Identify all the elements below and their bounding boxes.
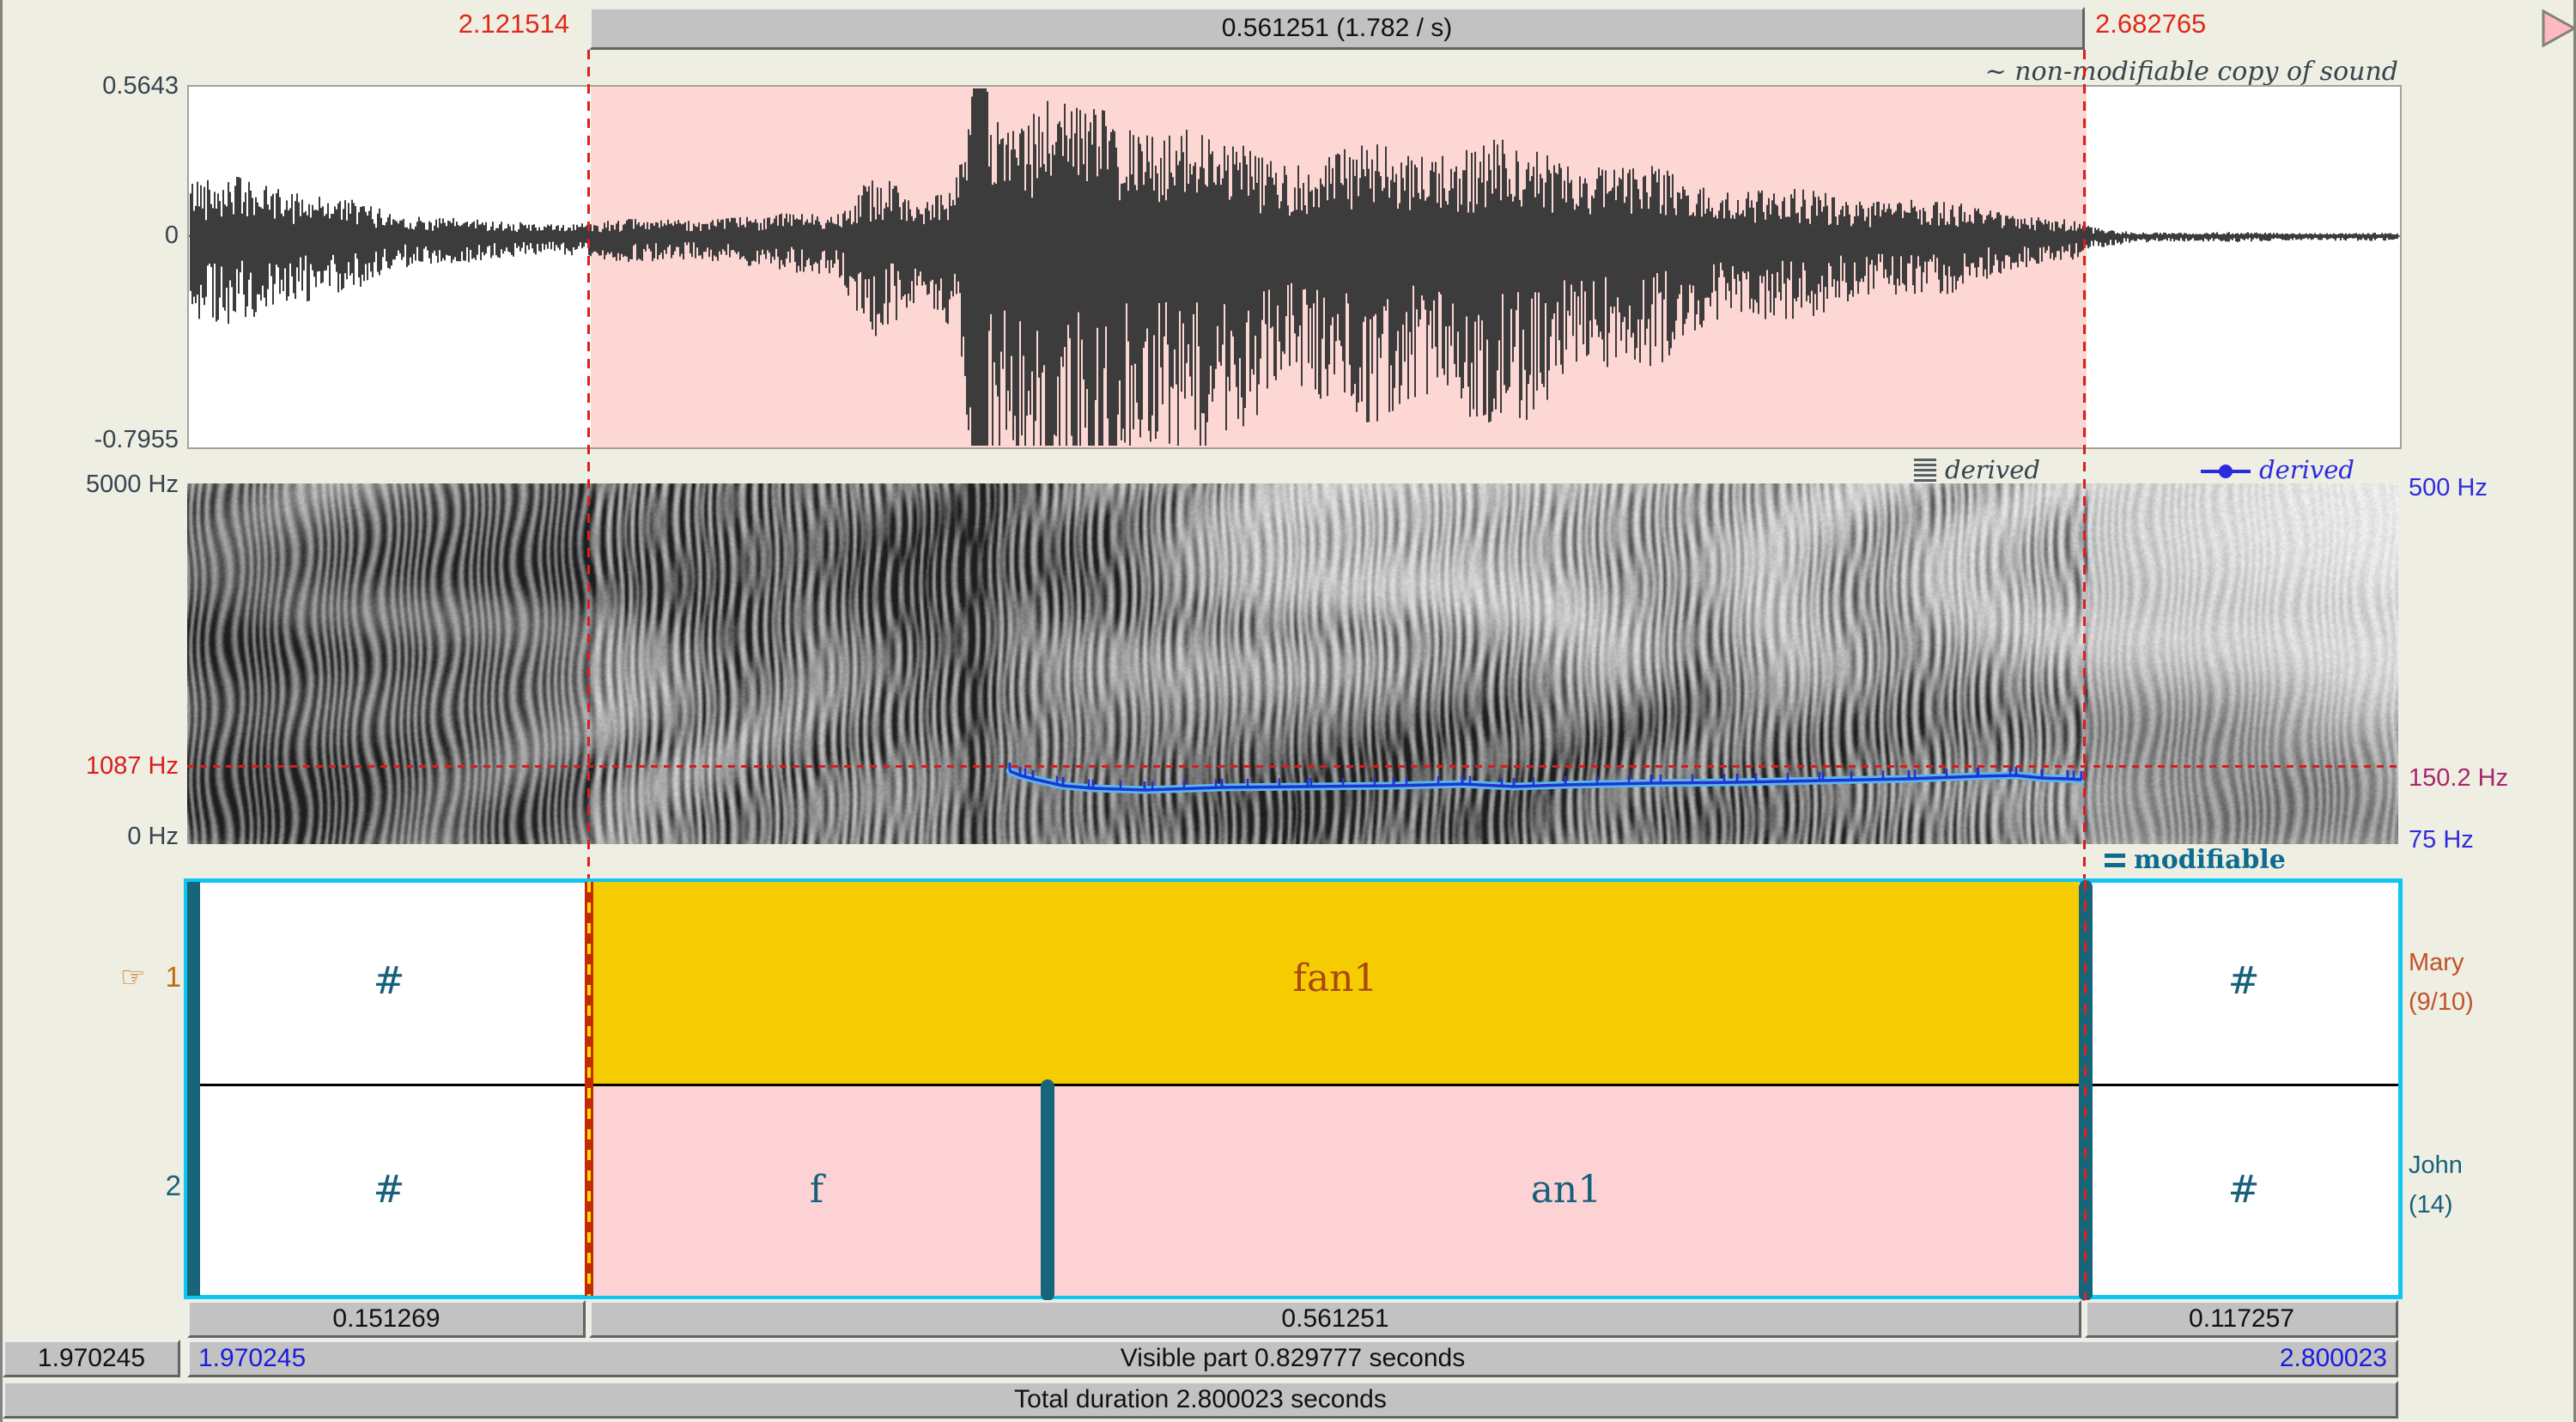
textgrid-body: # fan1 # # f an1 # — [187, 882, 2398, 1296]
selection-duration-label: 0.561251 (1.782 / s) — [1222, 14, 1453, 43]
total-duration-label: Total duration 2.800023 seconds — [1014, 1385, 1387, 1414]
interval-label: # — [277, 955, 501, 1006]
window-start-cell[interactable]: 1.970245 — [3, 1340, 180, 1377]
tier-2-handle[interactable]: 2 — [54, 1170, 181, 1202]
tier-2-name: John — [2409, 1146, 2463, 1185]
pointing-finger-icon: ☞ — [120, 961, 146, 993]
duration-bar-after-selection[interactable]: 0.117257 — [2085, 1300, 2398, 1338]
freq-cursor-label: 1087 Hz — [3, 752, 179, 781]
waveform-trace — [189, 87, 2400, 447]
freq-bottom-label: 0 Hz — [3, 823, 179, 851]
tier-1-count: (9/10) — [2409, 982, 2474, 1022]
tier-number: 1 — [166, 961, 181, 993]
interval-label: # — [277, 1164, 501, 1215]
spectrogram-panel[interactable] — [187, 483, 2398, 844]
boundary-selected-end[interactable] — [2079, 880, 2093, 1301]
selection-start-time[interactable]: 2.121514 — [346, 9, 569, 40]
amp-min-label: -0.7955 — [3, 426, 179, 454]
interval-label: # — [2132, 955, 2355, 1006]
pitch-legend-icon — [2199, 462, 2252, 481]
interval-label: f — [705, 1164, 928, 1215]
spectrogram-legend-icon — [1914, 459, 1936, 483]
amp-zero-label: 0 — [3, 222, 179, 250]
tier-1-handle[interactable]: ☞ 1 — [54, 960, 181, 994]
praat-editor-window: 2.121514 0.561251 (1.782 / s) 2.682765 ~… — [0, 0, 2576, 1422]
top-selection-bar[interactable]: 0.561251 (1.782 / s) — [589, 7, 2085, 50]
interval-label: an1 — [1455, 1164, 1678, 1215]
interval-label: # — [2132, 1164, 2355, 1215]
selection-end-time[interactable]: 2.682765 — [2095, 9, 2353, 40]
tier-1-name: Mary — [2409, 943, 2464, 982]
total-duration-bar[interactable]: Total duration 2.800023 seconds — [3, 1381, 2398, 1419]
boundary-f-an1[interactable] — [1041, 1079, 1054, 1301]
visible-part-bar[interactable]: 1.970245 Visible part 0.829777 seconds 2… — [187, 1340, 2398, 1377]
sound-info-label: ~ non-modifiable copy of sound — [1540, 57, 2398, 87]
window-edge-marker — [187, 882, 200, 1296]
visible-part-label: Visible part 0.829777 seconds — [190, 1344, 2396, 1373]
duration-bar-before-selection[interactable]: 0.151269 — [187, 1300, 586, 1338]
pitch-top-label: 500 Hz — [2409, 474, 2572, 502]
tier-2-count: (14) — [2409, 1185, 2453, 1224]
pitch-bottom-label: 75 Hz — [2409, 826, 2572, 854]
duration-value: 0.117257 — [2189, 1304, 2294, 1334]
play-triangle-button[interactable] — [2541, 9, 2576, 48]
duration-bar-selection[interactable]: 0.561251 — [589, 1300, 2081, 1338]
duration-value: 0.151269 — [332, 1304, 440, 1334]
boundary-selected-start[interactable] — [585, 882, 593, 1296]
window-start-value: 1.970245 — [38, 1344, 145, 1373]
interval-label: fan1 — [1224, 952, 1447, 1004]
tier-number: 2 — [166, 1170, 181, 1201]
pitch-track — [187, 483, 2398, 844]
duration-value: 0.561251 — [1281, 1304, 1388, 1334]
freq-top-label: 5000 Hz — [3, 471, 179, 499]
waveform-panel[interactable] — [187, 85, 2402, 449]
pitch-cursor-label: 150.2 Hz — [2409, 764, 2572, 793]
textgrid-header-icon — [2105, 854, 2125, 867]
amp-max-label: 0.5643 — [3, 72, 179, 100]
